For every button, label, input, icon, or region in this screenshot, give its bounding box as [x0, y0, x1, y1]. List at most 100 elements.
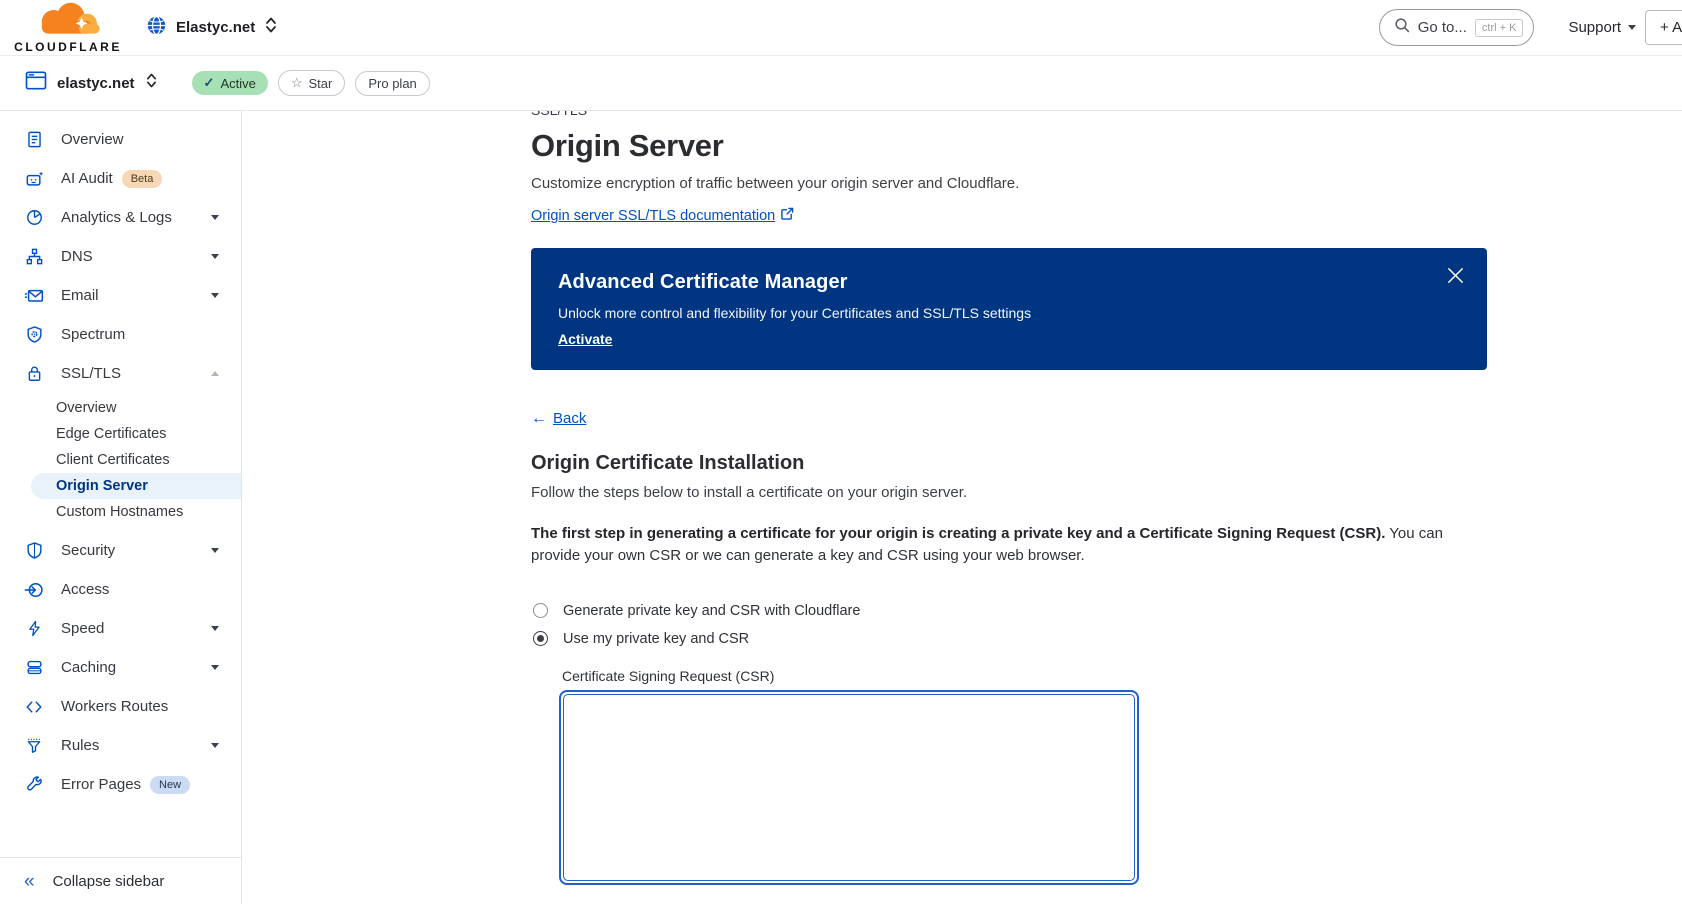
csr-field-focus-ring [559, 689, 1139, 885]
search-icon [1394, 17, 1410, 38]
sidebar-item-dns[interactable]: DNS [0, 237, 241, 276]
banner-description: Unlock more control and flexibility for … [558, 304, 1032, 321]
plan-badge[interactable]: Pro plan [355, 70, 430, 96]
sidebar-item-rules[interactable]: Rules [0, 726, 241, 765]
cloudflare-logo[interactable]: CLOUDFLARE [14, 1, 122, 54]
plan-label: Pro plan [368, 75, 417, 91]
sidebar-subitem-custom-hostnames[interactable]: Custom Hostnames [31, 499, 241, 525]
section-title: Origin Certificate Installation [531, 451, 805, 474]
new-badge: New [150, 775, 191, 794]
database-icon [24, 658, 44, 678]
chevron-up-down-icon [264, 16, 278, 39]
sidebar-subitem-edge-certificates[interactable]: Edge Certificates [31, 421, 241, 447]
star-label: Star [308, 75, 333, 91]
arrow-circle-icon [24, 580, 44, 600]
chevron-down-icon [211, 626, 219, 631]
shell: Overview AI Audit Beta Analytics & Logs … [0, 111, 1682, 904]
wrench-icon [24, 775, 44, 795]
sidebar-subitem-client-certificates[interactable]: Client Certificates [31, 447, 241, 473]
radio-icon[interactable] [533, 631, 548, 646]
star-icon: ☆ [290, 75, 303, 90]
status-badge-label: Active [220, 75, 256, 91]
main-content: SSL/TLS Origin Server Customize encrypti… [242, 111, 1682, 904]
cloudflare-logo-text: CLOUDFLARE [14, 40, 122, 54]
sidebar-item-ssl-tls[interactable]: SSL/TLS [0, 354, 241, 393]
sidebar-item-caching[interactable]: Caching [0, 648, 241, 687]
banner-title: Advanced Certificate Manager [558, 270, 848, 293]
close-icon[interactable] [1443, 264, 1467, 288]
account-switcher[interactable]: Elastyc.net [146, 15, 278, 41]
cloudflare-cloud-icon [25, 1, 111, 44]
sidebar-item-speed[interactable]: Speed [0, 609, 241, 648]
check-icon: ✓ [203, 75, 215, 90]
intro-paragraph: The first step in generating a certifica… [531, 524, 1443, 564]
zone-bar: elastyc.net ✓ Active ☆ Star Pro plan [0, 56, 1682, 111]
cloudflare-dashboard: CLOUDFLARE Elastyc.net Go to... ctrl + K… [0, 0, 1682, 904]
top-header: CLOUDFLARE Elastyc.net Go to... ctrl + K… [0, 0, 1682, 56]
sidebar-item-spectrum[interactable]: Spectrum [0, 315, 241, 354]
chevron-down-icon [211, 293, 219, 298]
chevron-down-icon [211, 215, 219, 220]
status-badge: ✓ Active [191, 71, 268, 95]
collapse-sidebar-button[interactable]: « Collapse sidebar [0, 857, 241, 904]
documentation-link[interactable]: Origin server SSL/TLS documentation [531, 207, 794, 224]
ssl-tls-subnav: Overview Edge Certificates Client Certif… [0, 395, 241, 525]
csr-option-group: Generate private key and CSR with Cloudf… [531, 603, 1682, 647]
zone-switcher-icon[interactable] [145, 72, 158, 94]
support-menu[interactable]: Support [1568, 19, 1636, 36]
sidebar-item-ai-audit[interactable]: AI Audit Beta [0, 159, 241, 198]
chevron-up-icon [211, 371, 219, 376]
radio-generate-key-csr[interactable]: Generate private key and CSR with Cloudf… [533, 603, 1682, 619]
chevron-down-icon [211, 254, 219, 259]
chevron-down-icon [211, 548, 219, 553]
external-link-icon [781, 207, 794, 224]
sidebar-subitem-origin-server[interactable]: Origin Server [31, 473, 241, 499]
robot-icon [24, 169, 44, 189]
csr-field-label: Certificate Signing Request (CSR) [562, 667, 775, 684]
globe-icon [146, 15, 167, 41]
add-button[interactable]: + A [1645, 10, 1682, 45]
chevron-down-icon [211, 743, 219, 748]
sidebar-item-email[interactable]: Email [0, 276, 241, 315]
search-shortcut-kbd: ctrl + K [1474, 18, 1524, 37]
sidebar-item-security[interactable]: Security [0, 531, 241, 570]
shield-icon [24, 541, 44, 561]
acm-promo-banner: Advanced Certificate Manager Unlock more… [531, 247, 1487, 370]
double-chevron-left-icon: « [24, 870, 35, 892]
sidebar-item-overview[interactable]: Overview [0, 120, 241, 159]
lightning-icon [24, 619, 44, 639]
shield-gear-icon [24, 325, 44, 345]
funnel-icon [24, 736, 44, 756]
beta-badge: Beta [121, 169, 163, 188]
zone-name: elastyc.net [57, 74, 135, 92]
search-placeholder: Go to... [1417, 19, 1467, 36]
support-label: Support [1568, 19, 1621, 36]
activate-link[interactable]: Activate [558, 331, 612, 347]
back-link[interactable]: ← Back [531, 410, 586, 428]
page-title: Origin Server [531, 128, 724, 163]
sidebar: Overview AI Audit Beta Analytics & Logs … [0, 111, 242, 904]
breadcrumb: SSL/TLS [531, 111, 1682, 120]
csr-textarea[interactable] [563, 693, 1135, 881]
chevron-down-icon [211, 665, 219, 670]
global-search-input[interactable]: Go to... ctrl + K [1378, 9, 1535, 46]
sidebar-subitem-ssl-overview[interactable]: Overview [31, 395, 241, 421]
sidebar-nav: Overview AI Audit Beta Analytics & Logs … [0, 111, 241, 804]
sidebar-item-workers-routes[interactable]: Workers Routes [0, 687, 241, 726]
account-name: Elastyc.net [176, 19, 256, 36]
network-tree-icon [24, 247, 44, 267]
star-button[interactable]: ☆ Star [277, 70, 346, 96]
radio-icon[interactable] [533, 603, 548, 618]
sidebar-item-analytics-logs[interactable]: Analytics & Logs [0, 198, 241, 237]
sidebar-item-access[interactable]: Access [0, 570, 241, 609]
pie-chart-icon [24, 208, 44, 228]
sidebar-item-error-pages[interactable]: Error Pages New [0, 765, 241, 804]
envelope-icon [24, 286, 44, 306]
code-brackets-icon [24, 697, 44, 717]
arrow-left-icon: ← [531, 409, 547, 427]
radio-use-my-key-csr[interactable]: Use my private key and CSR [533, 631, 1682, 647]
page-subtitle: Customize encryption of traffic between … [531, 175, 1020, 192]
browser-window-icon [25, 71, 47, 95]
section-subtitle: Follow the steps below to install a cert… [531, 483, 968, 501]
lock-icon [24, 364, 44, 384]
